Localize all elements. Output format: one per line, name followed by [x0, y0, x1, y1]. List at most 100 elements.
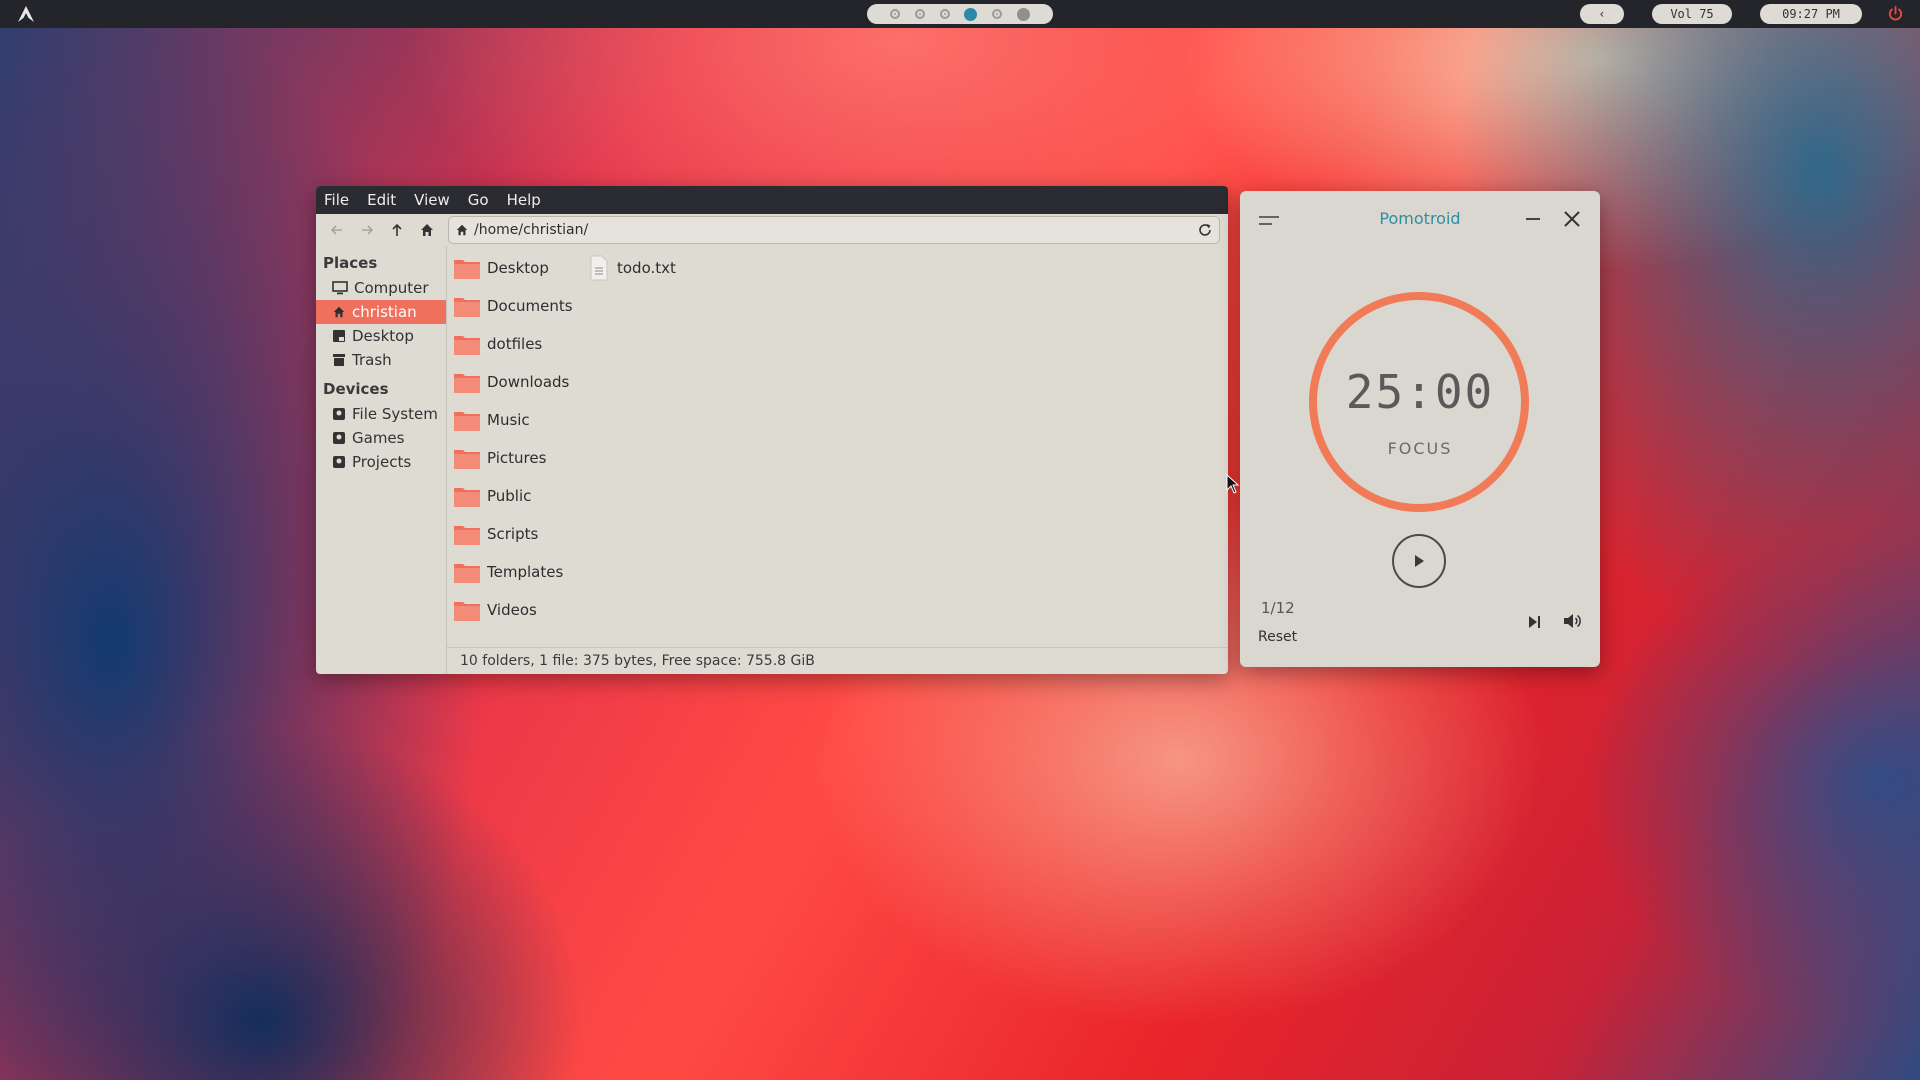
- file-name: Pictures: [487, 449, 547, 467]
- folder-downloads[interactable]: Downloads: [453, 363, 573, 401]
- workspace-1[interactable]: [889, 9, 900, 19]
- up-button[interactable]: [382, 216, 412, 244]
- arch-logo-icon[interactable]: [17, 5, 35, 23]
- round-counter: 1/12: [1261, 599, 1295, 617]
- clock-text: 09:27 PM: [1782, 7, 1840, 21]
- location-path: /home/christian/: [474, 222, 589, 238]
- volume-text: Vol 75: [1670, 7, 1714, 21]
- folder-icon: [454, 336, 480, 355]
- sidebar: Places Computer christian Desktop Trash …: [316, 246, 447, 674]
- top-panel: ‹ Vol 75 09:27 PM: [0, 0, 1920, 28]
- mouse-cursor-icon: [1226, 474, 1240, 494]
- folder-templates[interactable]: Templates: [453, 553, 573, 591]
- menu-help[interactable]: Help: [507, 191, 541, 209]
- home-icon: [421, 224, 433, 236]
- drive-icon: [333, 432, 345, 444]
- reload-icon[interactable]: [1197, 222, 1213, 238]
- play-icon: [1415, 555, 1424, 567]
- file-name: Documents: [487, 297, 573, 315]
- forward-button[interactable]: [352, 216, 382, 244]
- toolbar: /home/christian/: [316, 214, 1228, 246]
- sidebar-item-projects[interactable]: Projects: [316, 450, 446, 474]
- file-name: Desktop: [487, 259, 549, 277]
- menu-view[interactable]: View: [414, 191, 450, 209]
- panel-back-button[interactable]: ‹: [1580, 4, 1624, 24]
- file-name: Downloads: [487, 373, 570, 391]
- folder-icon: [454, 298, 480, 317]
- skip-icon[interactable]: [1526, 614, 1542, 630]
- reset-button[interactable]: Reset: [1258, 629, 1297, 645]
- desktop-icon: [333, 330, 345, 342]
- drive-icon: [333, 456, 345, 468]
- close-icon[interactable]: [1562, 209, 1582, 229]
- sidebar-item-label: Computer: [354, 279, 429, 297]
- home-button[interactable]: [412, 216, 442, 244]
- sidebar-item-desktop[interactable]: Desktop: [316, 324, 446, 348]
- menu-go[interactable]: Go: [468, 191, 489, 209]
- play-button[interactable]: [1392, 534, 1446, 588]
- sidebar-item-file-system[interactable]: File System: [316, 402, 446, 426]
- file-name: Scripts: [487, 525, 539, 543]
- folder-desktop[interactable]: Desktop: [453, 249, 573, 287]
- pomotroid-window: Pomotroid 25:00 FOCUS 1/12 Reset: [1240, 191, 1600, 667]
- file-manager-window: File Edit View Go Help /home/christian/ …: [316, 186, 1228, 674]
- clock[interactable]: 09:27 PM: [1760, 4, 1862, 24]
- file-view: Desktop Documents dotfiles Downloads Mus…: [447, 246, 1228, 648]
- arrow-left-icon: [330, 225, 342, 235]
- chevron-left-icon: ‹: [1598, 7, 1606, 21]
- workspace-switcher: [867, 4, 1053, 24]
- folder-icon: [454, 488, 480, 507]
- folder-icon: [454, 564, 480, 583]
- arrow-up-icon: [392, 223, 402, 236]
- phase-label: FOCUS: [1387, 439, 1453, 458]
- menubar: File Edit View Go Help: [316, 186, 1228, 214]
- sidebar-item-label: Trash: [352, 351, 392, 369]
- status-bar: 10 folders, 1 file: 375 bytes, Free spac…: [447, 647, 1228, 674]
- sidebar-item-label: Desktop: [352, 327, 414, 345]
- folder-icon: [454, 450, 480, 469]
- timer-display: 25:00: [1345, 365, 1495, 419]
- file-list: todo.txt: [587, 249, 676, 287]
- folder-videos[interactable]: Videos: [453, 591, 573, 629]
- computer-icon: [332, 281, 348, 295]
- workspace-3[interactable]: [939, 9, 950, 19]
- folder-icon: [454, 412, 480, 431]
- folder-public[interactable]: Public: [453, 477, 573, 515]
- places-heading: Places: [323, 254, 378, 272]
- home-icon: [333, 306, 345, 318]
- sidebar-item-computer[interactable]: Computer: [316, 276, 446, 300]
- folder-scripts[interactable]: Scripts: [453, 515, 573, 553]
- file-name: Templates: [487, 563, 564, 581]
- menu-edit[interactable]: Edit: [367, 191, 396, 209]
- workspace-4-active[interactable]: [964, 7, 978, 21]
- folder-dotfiles[interactable]: dotfiles: [453, 325, 573, 363]
- text-file-icon: [590, 255, 608, 281]
- folder-pictures[interactable]: Pictures: [453, 439, 573, 477]
- workspace-5[interactable]: [992, 9, 1003, 19]
- file-name: dotfiles: [487, 335, 543, 353]
- sidebar-item-trash[interactable]: Trash: [316, 348, 446, 372]
- volume-icon[interactable]: [1562, 612, 1582, 630]
- minimize-icon[interactable]: [1525, 217, 1541, 221]
- sidebar-item-games[interactable]: Games: [316, 426, 446, 450]
- workspace-6[interactable]: [1017, 7, 1031, 21]
- home-icon: [456, 224, 468, 236]
- sidebar-item-label: Projects: [352, 453, 412, 471]
- volume-indicator[interactable]: Vol 75: [1652, 4, 1732, 24]
- sidebar-item-christian[interactable]: christian: [316, 300, 446, 324]
- menu-file[interactable]: File: [324, 191, 349, 209]
- folder-music[interactable]: Music: [453, 401, 573, 439]
- sidebar-item-label: christian: [352, 303, 417, 321]
- drive-icon: [333, 408, 345, 420]
- folder-documents[interactable]: Documents: [453, 287, 573, 325]
- power-icon[interactable]: [1887, 5, 1904, 22]
- file-name: Public: [487, 487, 532, 505]
- folder-icon: [454, 260, 480, 279]
- file-todo[interactable]: todo.txt: [587, 249, 676, 287]
- folder-icon: [454, 602, 480, 621]
- sidebar-item-label: Games: [352, 429, 405, 447]
- workspace-2[interactable]: [914, 9, 925, 19]
- devices-heading: Devices: [323, 380, 389, 398]
- back-button[interactable]: [322, 216, 352, 244]
- location-bar[interactable]: /home/christian/: [448, 216, 1220, 244]
